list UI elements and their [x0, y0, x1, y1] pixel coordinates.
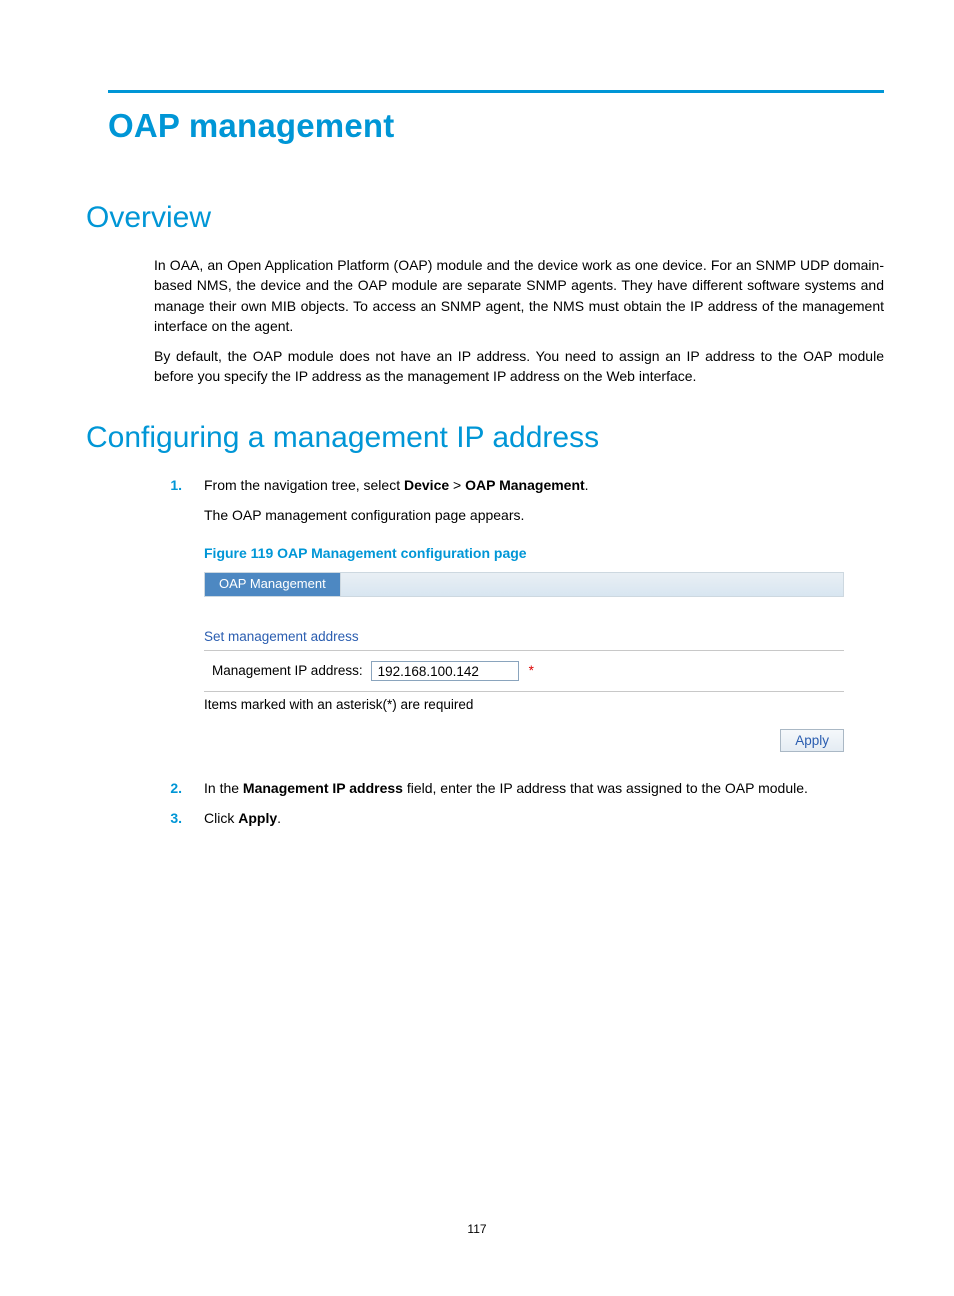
step-1-sep: >	[449, 477, 465, 493]
tab-label: OAP Management	[219, 575, 326, 594]
panel-section-title: Set management address	[204, 627, 844, 652]
overview-paragraph-2: By default, the OAP module does not have…	[154, 346, 884, 387]
top-rule	[108, 90, 884, 93]
field-label-mgmt-ip: Management IP address:	[212, 661, 371, 681]
page-title: OAP management	[108, 107, 884, 145]
field-row-mgmt-ip: Management IP address: *	[204, 651, 844, 691]
heading-overview: Overview	[86, 201, 884, 235]
step-2: In the Management IP address field, ente…	[154, 778, 884, 798]
step-1-bold-device: Device	[404, 477, 449, 493]
step-2-suf: field, enter the IP address that was ass…	[403, 780, 808, 796]
overview-paragraph-1: In OAA, an Open Application Platform (OA…	[154, 255, 884, 336]
step-1-suf: .	[585, 477, 589, 493]
required-asterisk: *	[529, 661, 534, 681]
step-3-pre: Click	[204, 810, 238, 826]
tab-oap-management[interactable]: OAP Management	[205, 573, 341, 596]
step-2-bold: Management IP address	[243, 780, 403, 796]
apply-button[interactable]: Apply	[780, 729, 844, 752]
figure-caption: Figure 119 OAP Management configuration …	[204, 543, 884, 563]
step-3: Click Apply.	[154, 808, 884, 828]
step-1-sub: The OAP management configuration page ap…	[204, 505, 884, 525]
step-3-bold: Apply	[238, 810, 277, 826]
heading-configuring: Configuring a management IP address	[86, 421, 884, 455]
page-number: 117	[0, 1222, 954, 1236]
step-1-bold-oap: OAP Management	[465, 477, 585, 493]
step-2-pre: In the	[204, 780, 243, 796]
step-3-suf: .	[277, 810, 281, 826]
step-1: From the navigation tree, select Device …	[154, 475, 884, 752]
figure-screenshot: OAP Management Set management address Ma…	[204, 572, 844, 752]
tab-strip: OAP Management	[204, 572, 844, 597]
step-1-text-pre: From the navigation tree, select	[204, 477, 404, 493]
management-ip-input[interactable]	[371, 661, 519, 681]
required-note: Items marked with an asterisk(*) are req…	[204, 691, 844, 715]
